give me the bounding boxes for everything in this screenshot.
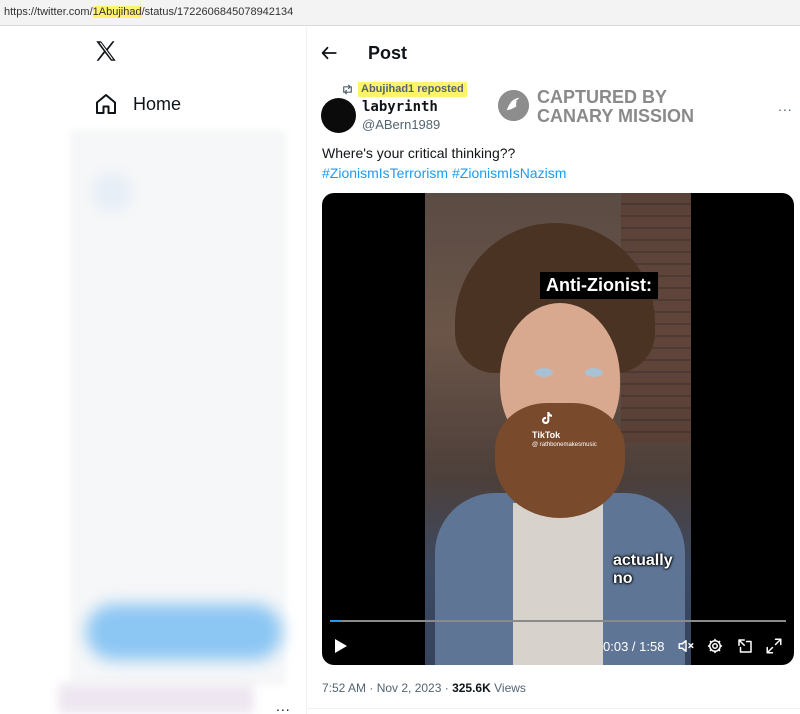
canary-bird-icon bbox=[498, 90, 529, 121]
video-caption-bottom: actually no bbox=[613, 552, 673, 587]
tiktok-username: @ rathbonemakesmusic bbox=[532, 442, 597, 448]
blurred-account-switcher bbox=[58, 684, 254, 714]
arrow-left-icon[interactable] bbox=[320, 44, 338, 62]
watermark-line-2: CANARY MISSION bbox=[537, 106, 695, 126]
picture-in-picture-icon[interactable] bbox=[736, 637, 754, 655]
tweet-timestamp[interactable]: 7:52 AM · Nov 2, 2023 · bbox=[322, 681, 452, 695]
gear-icon[interactable] bbox=[706, 637, 724, 655]
account-more-icon[interactable]: ... bbox=[276, 698, 291, 714]
video-progress-bar[interactable] bbox=[330, 620, 786, 622]
volume-muted-icon[interactable] bbox=[677, 637, 695, 655]
blurred-avatar bbox=[92, 172, 132, 212]
x-logo-icon[interactable] bbox=[93, 38, 119, 64]
blurred-sidebar-content bbox=[70, 130, 286, 685]
person-eye bbox=[585, 368, 603, 377]
views-count: 325.6K bbox=[452, 681, 491, 695]
address-url: https://twitter.com/1Abujihad/status/172… bbox=[4, 6, 293, 18]
video-time-display: 0:03 / 1:58 bbox=[603, 639, 665, 654]
watermark-line-1: CAPTURED BY bbox=[537, 87, 668, 107]
home-icon[interactable] bbox=[94, 92, 118, 116]
nav-home-label[interactable]: Home bbox=[133, 94, 181, 115]
video-progress-fill bbox=[330, 620, 342, 622]
author-display-name[interactable]: labyrinth bbox=[362, 99, 438, 115]
url-username-highlight: 1Abujihad bbox=[92, 6, 142, 18]
play-icon[interactable] bbox=[334, 638, 348, 654]
repost-icon bbox=[343, 84, 352, 95]
tiktok-label: TikTok bbox=[532, 430, 561, 440]
tweet-meta: 7:52 AM · Nov 2, 2023 · 325.6K Views bbox=[322, 681, 526, 695]
section-divider bbox=[307, 708, 800, 709]
avatar[interactable] bbox=[321, 98, 356, 133]
hashtag-link[interactable]: #ZionismIsNazism bbox=[452, 165, 566, 181]
hashtag-link[interactable]: #ZionismIsTerrorism bbox=[322, 165, 448, 181]
tiktok-logo-icon bbox=[542, 412, 552, 424]
person-eye bbox=[535, 368, 553, 377]
video-caption-top: Anti-Zionist: bbox=[540, 272, 658, 299]
views-label: Views bbox=[490, 681, 526, 695]
more-options-icon[interactable]: ... bbox=[778, 98, 793, 114]
video-player[interactable]: Anti-Zionist: TikTok @ rathbonemakesmusi… bbox=[322, 193, 794, 665]
person-beard bbox=[495, 403, 625, 518]
browser-address-bar[interactable]: https://twitter.com/1Abujihad/status/172… bbox=[0, 0, 800, 26]
person-shirt bbox=[513, 503, 603, 665]
column-divider bbox=[306, 27, 307, 714]
url-prefix: https://twitter.com/ bbox=[4, 6, 93, 18]
url-suffix: /status/1722606845078942134 bbox=[141, 6, 294, 18]
reposted-by-label[interactable]: Abujihad1 reposted bbox=[358, 82, 467, 97]
blurred-post-button bbox=[86, 604, 282, 660]
video-frame: Anti-Zionist: TikTok @ rathbonemakesmusi… bbox=[425, 193, 691, 665]
tweet-hashtags: #ZionismIsTerrorism #ZionismIsNazism bbox=[322, 165, 570, 181]
tweet-text: Where's your critical thinking?? bbox=[322, 145, 516, 161]
fullscreen-icon[interactable] bbox=[765, 637, 783, 655]
page-title: Post bbox=[368, 43, 408, 63]
author-handle[interactable]: @ABern1989 bbox=[362, 117, 440, 132]
